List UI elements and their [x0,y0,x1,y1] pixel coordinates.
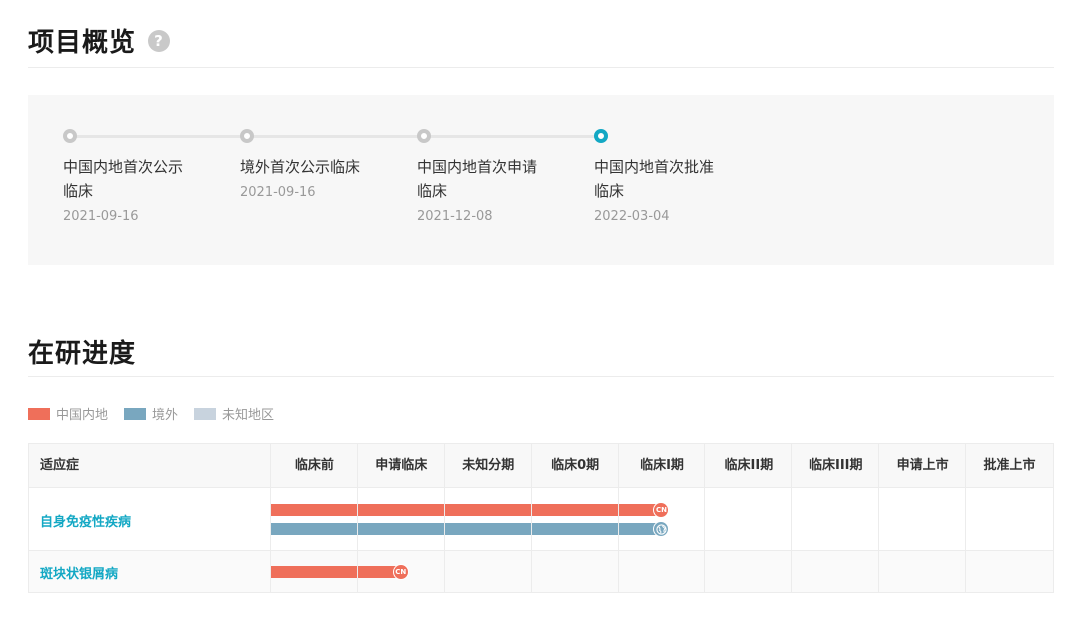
column-divider [965,444,967,592]
help-icon[interactable]: ? [148,29,171,52]
timeline-connector [250,135,421,138]
table-row: 斑块状银屑病 CN [29,551,1053,592]
progress-bar[interactable] [271,565,401,578]
column-header-stage: 申请临床 [375,458,428,473]
timeline-connector [427,135,598,138]
legend-item: 未知地区 [194,404,274,423]
column-divider [878,444,880,592]
progress-divider [28,376,1054,377]
indication-link[interactable]: 自身免疫性疾病 [40,511,131,530]
column-divider [530,444,532,592]
milestone-date: 2021-09-16 [63,209,139,224]
milestone-name: 境外首次公示临床 [240,158,361,176]
milestone-timeline: 中国内地首次公示临床 2021-09-16 境外首次公示临床 2021-09-16 中国… [28,95,1054,265]
column-header-stage: 临床0期 [551,458,600,473]
indication-link[interactable]: 斑块状银屑病 [40,563,118,582]
milestone-date: 2022-03-04 [594,209,670,224]
timeline-connector [73,135,244,138]
overview-title-wrap: 项目概览 ? [28,22,171,59]
legend-item: 中国内地 [28,404,108,423]
column-header-stage: 临床前 [294,458,334,473]
milestone-item: 境外首次公示临床 2021-09-16 [240,155,410,200]
column-divider [356,444,358,592]
legend-label: 未知地区 [222,408,275,423]
column-header-stage: 申请上市 [896,458,949,473]
progress-title: 在研进度 [28,339,137,369]
column-header-stage: 批准上市 [983,458,1036,473]
cn-flag-icon: CN [392,563,409,580]
progress-bar[interactable] [271,523,662,535]
legend-swatch [194,407,217,420]
overview-title: 项目概览 [28,28,137,58]
region-legend: 中国内地 境外 未知地区 [28,404,290,423]
milestone-date: 2021-12-08 [417,209,493,224]
progress-title-wrap: 在研进度 [28,333,136,370]
column-header-stage: 未知分期 [462,458,515,473]
milestone-name: 中国内地首次申请临床 [417,158,538,200]
column-divider [617,444,619,592]
overview-divider [28,67,1054,68]
legend-swatch [28,407,50,420]
timeline-dot [240,129,254,143]
legend-swatch [124,407,147,420]
column-header-stage: 临床III期 [809,458,863,473]
milestone-item: 中国内地首次申请临床 2021-12-08 [417,155,587,224]
column-header-indication: 适应症 [40,458,80,473]
milestone-name: 中国内地首次批准临床 [594,158,715,200]
column-divider [704,444,706,592]
cn-flag-icon: CN [653,502,670,518]
legend-label: 境外 [152,408,179,423]
milestone-item: 中国内地首次批准临床 2022-03-04 [594,155,764,224]
column-header-stage: 临床II期 [724,458,774,473]
column-divider [443,444,445,592]
timeline-dot-active [594,129,608,143]
table-row: 自身免疫性疾病 CN [29,488,1053,551]
milestone-name: 中国内地首次公示临床 [63,158,184,200]
timeline-dot [63,129,77,143]
column-divider [791,444,793,592]
column-divider [270,444,271,592]
legend-item: 境外 [124,404,178,423]
milestone-item: 中国内地首次公示临床 2021-09-16 [63,155,233,224]
pipeline-table: 适应症 临床前 申请临床 未知分期 临床0期 临床I期 临床II期 临床III期 申请上市 批准上… [28,443,1054,593]
progress-bar[interactable] [271,504,662,516]
timeline-dot [417,129,431,143]
milestone-date: 2021-09-16 [240,185,316,200]
legend-label: 中国内地 [56,408,109,423]
globe-icon [653,521,670,537]
table-header: 适应症 临床前 申请临床 未知分期 临床0期 临床I期 临床II期 临床III期 申请上市 批准上… [29,444,1053,488]
column-header-stage: 临床I期 [640,458,684,473]
